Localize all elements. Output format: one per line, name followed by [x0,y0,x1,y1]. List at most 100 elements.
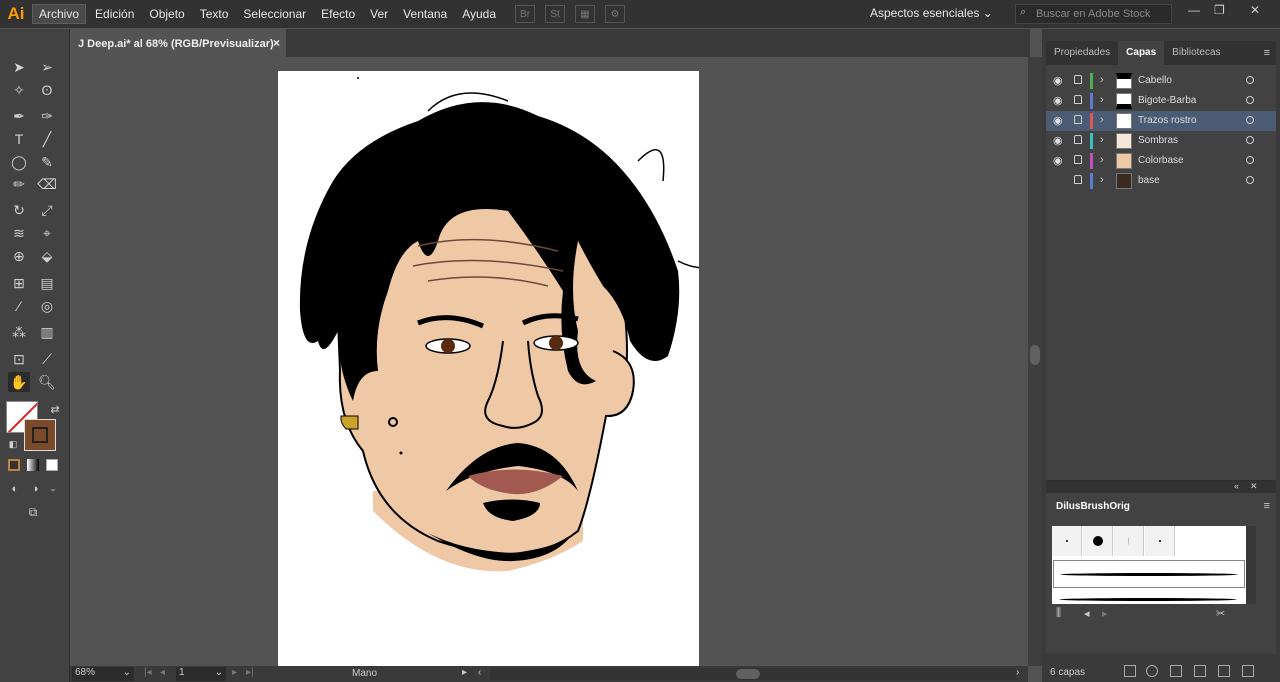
zoom-select[interactable]: 68% ⌄ [72,667,134,681]
ellipse-tool-icon[interactable]: ◯ [8,152,30,172]
scale-tool-icon[interactable]: ⤢ [36,200,58,220]
menu-texto[interactable]: Texto [194,5,235,23]
slice-tool-icon[interactable]: ⟋ [36,349,58,369]
layer-row[interactable]: › base [1046,171,1276,191]
first-artboard-icon[interactable]: |◂ [144,667,152,678]
none-mode-icon[interactable] [46,459,58,471]
workspace-switcher[interactable]: Aspectos esenciales ⌄ [870,6,993,20]
layer-row[interactable]: ◉ › Colorbase [1046,151,1276,171]
vertical-scroll-thumb[interactable] [1030,345,1040,365]
horizontal-scroll-thumb[interactable] [736,669,760,679]
minimize-icon[interactable]: — [1188,3,1200,17]
menu-objeto[interactable]: Objeto [143,5,190,23]
layer-row[interactable]: ◉ › Bigote-Barba [1046,91,1276,111]
brush-swatch[interactable] [1114,526,1144,556]
close-tab-icon[interactable]: × [273,36,280,50]
pen-tool-icon[interactable]: ✒ [8,106,30,126]
layer-row[interactable]: ◉ › Cabello [1046,71,1276,91]
menu-ventana[interactable]: Ventana [397,5,453,23]
clipping-mask-icon[interactable] [1170,665,1182,677]
shape-builder-tool-icon[interactable]: ⊕ [8,246,30,266]
type-tool-icon[interactable]: T [8,129,30,149]
paintbrush-tool-icon[interactable]: ✎ [36,152,58,172]
menu-ayuda[interactable]: Ayuda [456,5,502,23]
last-artboard-icon[interactable]: ▸| [246,667,254,678]
brush-stroke-item[interactable] [1053,590,1245,604]
trash-icon[interactable] [1242,665,1254,677]
close-window-icon[interactable]: ✕ [1250,3,1260,17]
new-layer-icon[interactable] [1218,665,1230,677]
expand-chevron-icon[interactable]: › [1100,74,1104,86]
restore-icon[interactable]: ❐ [1214,3,1225,17]
draw-normal-icon[interactable]: ◐ [4,479,26,499]
artboard[interactable] [278,71,712,666]
bridge-button[interactable]: Br [515,5,536,23]
prev-library-icon[interactable]: ◂ [1084,607,1090,620]
eyedropper-tool-icon[interactable]: ⁄ [8,296,30,316]
brush-stroke-item[interactable] [1053,560,1245,588]
live-paint-tool-icon[interactable]: ⬙ [36,246,58,266]
lock-icon[interactable] [1074,155,1082,164]
prev-artboard-icon[interactable]: ◂ [160,667,165,678]
tab-capas[interactable]: Capas [1118,41,1165,65]
visibility-eye-icon[interactable]: ◉ [1053,134,1063,147]
menu-edicion[interactable]: Edición [89,5,140,23]
mesh-tool-icon[interactable]: ⊞ [8,273,30,293]
lock-icon[interactable] [1074,135,1082,144]
lock-icon[interactable] [1074,75,1082,84]
lock-icon[interactable] [1074,175,1082,184]
pencil-tool-icon[interactable]: ✏ [8,174,30,194]
line-tool-icon[interactable]: ╱ [36,129,58,149]
vertical-scrollbar[interactable] [1028,57,1042,666]
eraser-tool-icon[interactable]: ⌫ [36,174,58,194]
layer-row[interactable]: ◉ › Trazos rostro [1046,111,1276,131]
expand-chevron-icon[interactable]: › [1100,174,1104,186]
panel-menu-icon[interactable]: ≡ [1264,47,1270,59]
expand-chevron-icon[interactable]: › [1100,94,1104,106]
graph-tool-icon[interactable]: ▥ [36,322,58,342]
screen-mode-icon[interactable]: ⧉ [22,502,44,522]
menu-seleccionar[interactable]: Seleccionar [237,5,312,23]
menu-ver[interactable]: Ver [364,5,394,23]
free-transform-tool-icon[interactable]: ⌖ [36,223,58,243]
remove-brush-stroke-icon[interactable]: ✂ [1216,607,1225,620]
next-artboard-icon[interactable]: ▸ [232,667,237,678]
canvas-area[interactable] [70,57,1028,666]
direct-selection-tool-icon[interactable]: ➢ [36,57,58,77]
blend-tool-icon[interactable]: ◎ [36,296,58,316]
lock-icon[interactable] [1074,115,1082,124]
color-mode-icon[interactable] [8,459,20,471]
menu-efecto[interactable]: Efecto [315,5,361,23]
menu-archivo[interactable]: Archivo [32,4,87,24]
gradient-mode-icon[interactable] [27,459,39,471]
artboard-number-input[interactable]: 1 ⌄ [176,667,226,681]
draw-inside-icon[interactable]: ◒ [42,479,64,499]
default-colors-icon[interactable]: ◧ [2,434,24,454]
new-sublayer-icon[interactable] [1194,665,1206,677]
arrange-documents-icon[interactable]: ▦ [575,5,596,23]
collapse-panel-icon[interactable]: « [1234,481,1239,491]
brush-swatch[interactable] [1145,526,1175,556]
lock-icon[interactable] [1074,95,1082,104]
target-circle-icon[interactable] [1246,176,1254,184]
horizontal-scrollbar[interactable] [490,668,1016,680]
target-circle-icon[interactable] [1246,96,1254,104]
target-circle-icon[interactable] [1246,116,1254,124]
gpu-performance-icon[interactable]: ⚙ [605,5,626,23]
brush-swatch[interactable] [1083,526,1113,556]
next-library-icon[interactable]: ▸ [1102,607,1108,620]
locate-object-icon[interactable] [1146,665,1158,677]
visibility-eye-icon[interactable]: ◉ [1053,74,1063,87]
tab-dilusbrushorig[interactable]: DilusBrushOrig [1050,495,1134,517]
stroke-swatch[interactable] [24,419,56,451]
brush-swatch[interactable] [1052,526,1082,556]
curvature-tool-icon[interactable]: ✑ [36,106,58,126]
layer-row[interactable]: ◉ › Sombras [1046,131,1276,151]
target-circle-icon[interactable] [1246,136,1254,144]
status-menu-icon[interactable]: ▸ [462,667,467,678]
rotate-tool-icon[interactable]: ↻ [8,200,30,220]
selection-tool-icon[interactable]: ➤ [8,57,30,77]
gradient-tool-icon[interactable]: ▤ [36,273,58,293]
document-tab[interactable]: J Deep.ai* al 68% (RGB/Previsualizar) × [70,29,286,57]
warp-tool-icon[interactable]: ≋ [8,223,30,243]
